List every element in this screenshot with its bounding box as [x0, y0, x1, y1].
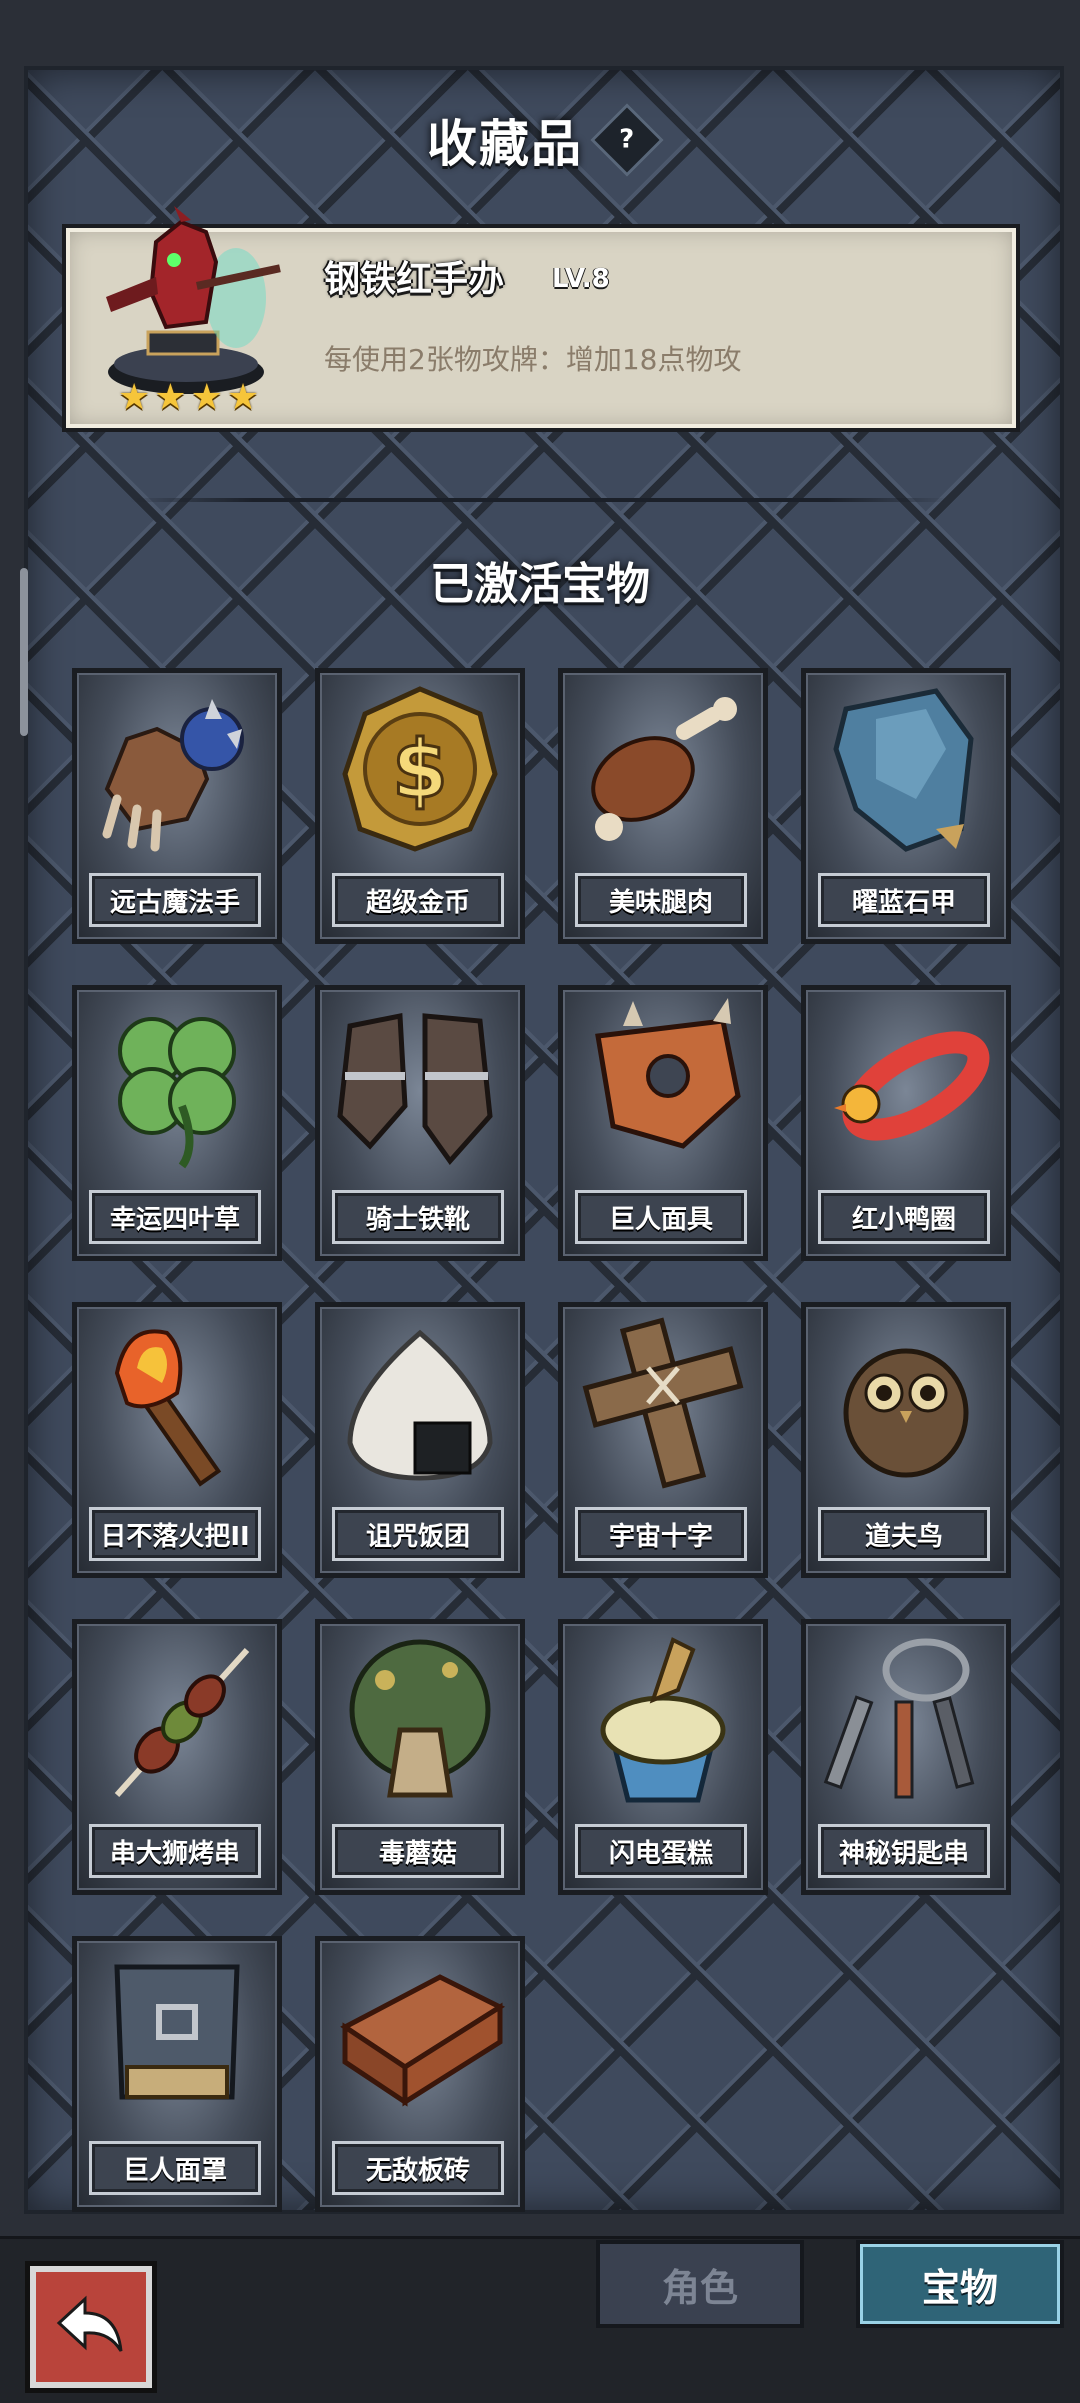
gauntlet-icon — [102, 699, 244, 852]
treasure-label: 幸运四叶草 — [89, 1190, 261, 1244]
star-rating: ★ ★ ★ ★ — [118, 380, 259, 416]
treasure-label: 美味腿肉 — [575, 873, 747, 927]
treasure-card[interactable]: 宇宙十字 — [558, 1302, 768, 1578]
treasure-card[interactable]: 道夫鸟 — [801, 1302, 1011, 1578]
treasure-label: 红小鸭圈 — [818, 1190, 990, 1244]
treasure-card[interactable]: 幸运四叶草 — [72, 985, 282, 1261]
featured-name: 钢铁红手办 — [324, 259, 505, 300]
wooden-cross-icon — [582, 1317, 744, 1489]
torch-icon — [114, 1329, 222, 1487]
meat-leg-icon — [591, 697, 737, 841]
star-icon: ★ — [190, 377, 223, 418]
title-row: 收藏品 ? — [0, 100, 1080, 180]
treasure-label: 日不落火把II — [89, 1507, 261, 1561]
treasure-card[interactable]: 神秘钥匙串 — [801, 1619, 1011, 1895]
treasure-card[interactable]: 毒蘑菇 — [315, 1619, 525, 1895]
treasure-label: 神秘钥匙串 — [818, 1824, 990, 1878]
help-button[interactable]: ? — [590, 103, 664, 177]
help-icon: ? — [619, 125, 635, 155]
kebab-icon — [114, 1647, 250, 1798]
treasure-label: 超级金币 — [332, 873, 504, 927]
treasure-card[interactable]: $ 超级金币 — [315, 668, 525, 944]
iron-boots-icon — [337, 1012, 493, 1166]
treasure-label: 巨人面具 — [575, 1190, 747, 1244]
treasure-card[interactable]: 日不落火把II — [72, 1302, 282, 1578]
treasure-label: 闪电蛋糕 — [575, 1824, 747, 1878]
treasure-card[interactable]: 曜蓝石甲 — [801, 668, 1011, 944]
four-leaf-clover-icon — [118, 1017, 236, 1169]
page-title: 收藏品 — [427, 115, 583, 173]
star-icon: ★ — [226, 377, 260, 418]
brick-icon — [340, 1974, 506, 2107]
treasure-label: 骑士铁靴 — [332, 1190, 504, 1244]
treasure-card[interactable]: 串大狮烤串 — [72, 1619, 282, 1895]
treasure-card[interactable]: 诅咒饭团 — [315, 1302, 525, 1578]
tab-character[interactable]: 角色 — [596, 2240, 804, 2328]
treasure-card[interactable]: 骑士铁靴 — [315, 985, 525, 1261]
treasure-card[interactable]: 无敌板砖 — [315, 1936, 525, 2212]
blue-armor-icon — [833, 688, 974, 852]
featured-level: LV.8 — [552, 264, 610, 294]
treasure-label: 毒蘑菇 — [332, 1824, 504, 1878]
treasure-card[interactable]: 美味腿肉 — [558, 668, 768, 944]
tab-treasure[interactable]: 宝物 — [856, 2240, 1064, 2328]
owl-icon — [843, 1348, 969, 1478]
key-ring-icon — [823, 1638, 975, 1799]
treasure-label: 巨人面罩 — [89, 2141, 261, 2195]
giant-mask-icon — [595, 998, 741, 1149]
rice-ball-icon — [347, 1329, 493, 1481]
treasure-card[interactable]: 巨人面具 — [558, 985, 768, 1261]
treasure-label: 曜蓝石甲 — [818, 873, 990, 927]
treasure-label: 道夫鸟 — [818, 1507, 990, 1561]
treasure-label: 诅咒饭团 — [332, 1507, 504, 1561]
treasure-card[interactable]: 巨人面罩 — [72, 1936, 282, 2212]
duck-ring-icon — [834, 1031, 990, 1141]
treasure-label: 串大狮烤串 — [89, 1824, 261, 1878]
treasure-label: 宇宙十字 — [575, 1507, 747, 1561]
treasure-card[interactable]: 红小鸭圈 — [801, 985, 1011, 1261]
star-icon: ★ — [154, 377, 187, 418]
treasure-label: 远古魔法手 — [89, 873, 261, 927]
gold-coin-icon: $ — [342, 686, 498, 852]
face-guard-icon — [114, 1964, 240, 2100]
cupcake-icon — [600, 1637, 726, 1803]
back-arrow-icon — [56, 2295, 123, 2352]
treasure-card[interactable]: 闪电蛋糕 — [558, 1619, 768, 1895]
featured-description: 每使用2张物攻牌：增加18点物攻 — [324, 343, 742, 376]
treasure-label: 无敌板砖 — [332, 2141, 504, 2195]
mushroom-icon — [349, 1639, 491, 1798]
star-icon: ★ — [118, 377, 151, 418]
section-divider — [130, 498, 950, 502]
back-button[interactable] — [30, 2266, 152, 2388]
svg-text:$: $ — [392, 723, 448, 816]
section-title: 已激活宝物 — [430, 559, 650, 610]
treasure-card[interactable]: 远古魔法手 — [72, 668, 282, 944]
